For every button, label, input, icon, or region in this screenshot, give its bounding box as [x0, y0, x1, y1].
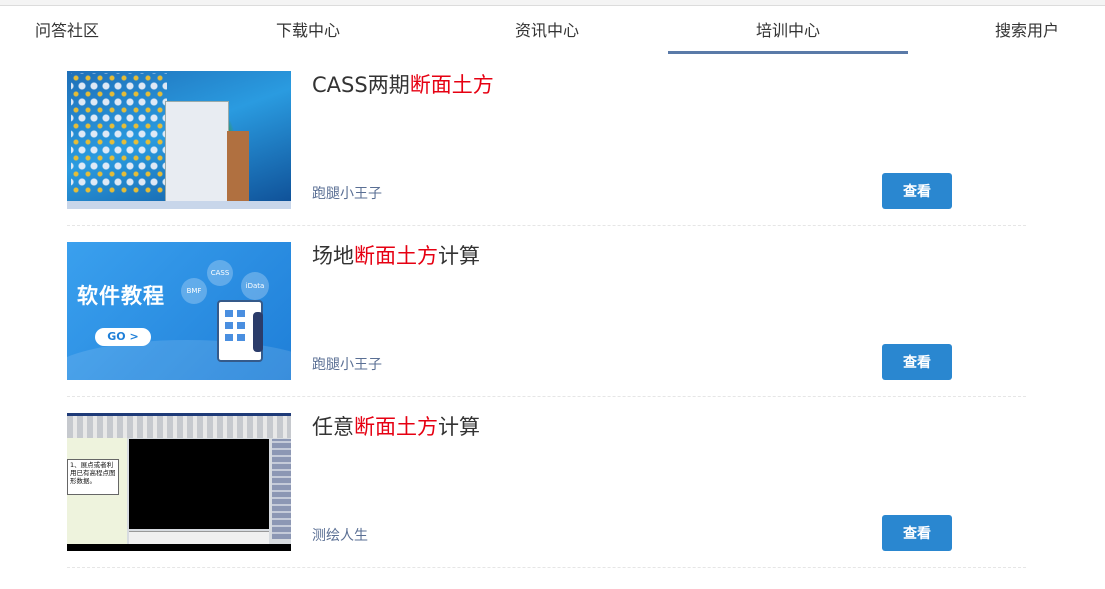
bubble-bmf: BMF [181, 278, 207, 304]
author-link[interactable]: 跑腿小王子 [312, 354, 382, 374]
title-highlight: 断面土方 [354, 415, 438, 439]
bubble-cass: CASS [207, 260, 233, 286]
person-illustration [253, 312, 263, 352]
title-text-after: 计算 [438, 415, 480, 439]
divider [67, 396, 1026, 398]
course-item: 1、展点或者利用已有高程点图形数据。 任意断面土方计算 测绘人生 查看 [67, 413, 1026, 551]
course-item: CASS两期断面土方 跑腿小王子 查看 [67, 71, 1026, 209]
course-title[interactable]: 场地断面土方计算 [312, 240, 480, 270]
course-thumbnail[interactable]: 软件教程 GO > BMF CASS iData [67, 242, 291, 380]
desktop-icons [71, 73, 167, 193]
divider [67, 567, 1026, 569]
view-button[interactable]: 查看 [882, 173, 952, 209]
submenu [227, 131, 249, 201]
bubble-idata: iData [241, 272, 269, 300]
course-title[interactable]: CASS两期断面土方 [312, 69, 494, 99]
banner-go-badge: GO > [95, 328, 151, 346]
title-highlight: 断面土方 [409, 73, 494, 97]
author-link[interactable]: 跑腿小王子 [312, 183, 382, 203]
cad-command-line [129, 531, 269, 544]
category-tabs: 问答社区 下载中心 资讯中心 培训中心 搜索用户 [0, 6, 1105, 56]
tab-news-center[interactable]: 资讯中心 [515, 6, 579, 56]
author-link[interactable]: 测绘人生 [312, 525, 368, 545]
course-list: CASS两期断面土方 跑腿小王子 查看 软件教程 GO > BMF CASS i… [67, 71, 1026, 584]
title-text: 任意 [312, 415, 354, 439]
course-item: 软件教程 GO > BMF CASS iData 场地断面土方计算 跑腿小王子 … [67, 242, 1026, 380]
context-menu [165, 101, 229, 203]
desktop-screenshot-image [67, 71, 291, 209]
banner-heading: 软件教程 [77, 284, 165, 308]
title-text-after: 计算 [438, 244, 480, 268]
title-text: 场地 [312, 244, 354, 268]
cad-screenshot-image: 1、展点或者利用已有高程点图形数据。 [67, 413, 291, 551]
course-title[interactable]: 任意断面土方计算 [312, 411, 480, 441]
cad-statusbar [67, 544, 291, 551]
tab-training-center[interactable]: 培训中心 [667, 6, 909, 56]
cad-drawing-area [129, 439, 269, 529]
course-thumbnail[interactable]: 1、展点或者利用已有高程点图形数据。 [67, 413, 291, 551]
tab-qa-community[interactable]: 问答社区 [35, 6, 99, 56]
divider [67, 225, 1026, 227]
tutorial-banner-image: 软件教程 GO > BMF CASS iData [67, 242, 291, 380]
title-text: CASS两期 [312, 73, 410, 97]
tab-download-center[interactable]: 下载中心 [276, 6, 340, 56]
cad-toolbar [67, 416, 291, 438]
view-button[interactable]: 查看 [882, 515, 952, 551]
title-highlight: 断面土方 [354, 244, 438, 268]
cad-side-menu [272, 439, 291, 539]
course-thumbnail[interactable] [67, 71, 291, 209]
cad-callout-note: 1、展点或者利用已有高程点图形数据。 [67, 459, 119, 495]
taskbar [67, 201, 291, 209]
tab-search-users[interactable]: 搜索用户 [995, 6, 1059, 56]
view-button[interactable]: 查看 [882, 344, 952, 380]
